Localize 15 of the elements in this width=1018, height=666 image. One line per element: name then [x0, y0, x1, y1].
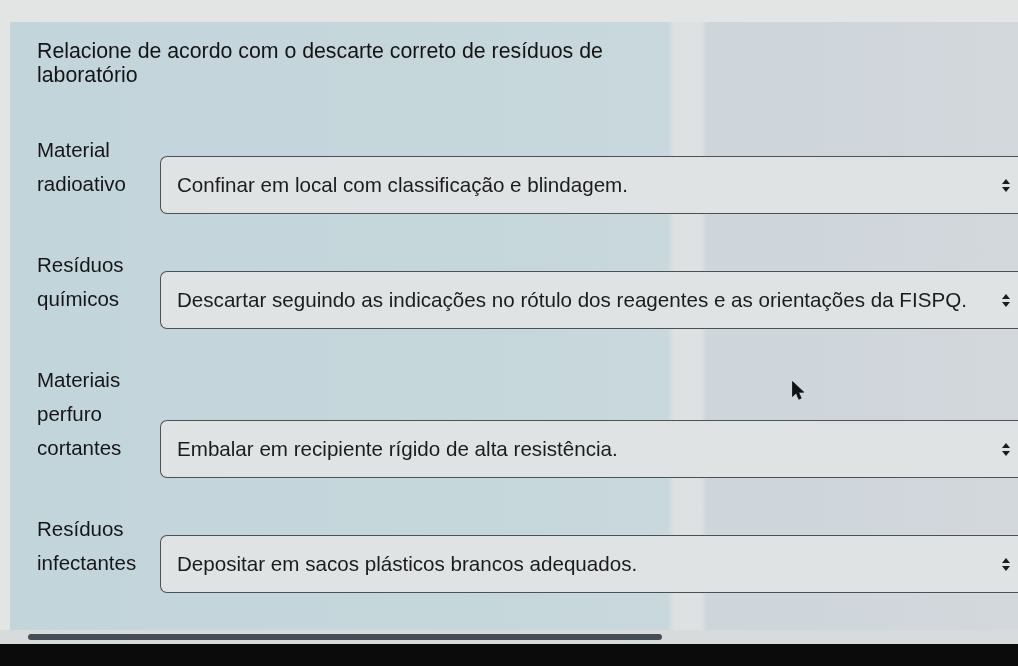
match-term: Resíduos químicos: [37, 252, 125, 312]
answer-dropdown[interactable]: Confinar em local com classificação e blindagem.: [160, 156, 1018, 214]
match-term: Resíduos infectantes: [37, 516, 138, 576]
up-down-arrows-icon: [1002, 557, 1010, 571]
up-down-arrows-icon: [1002, 178, 1010, 192]
mouse-pointer-icon: [792, 381, 805, 400]
match-term: Material radioativo: [37, 137, 127, 197]
question-text: Relacione de acordo com o descarte correto de resíduos de laboratório: [37, 39, 604, 87]
up-down-arrows-icon: [1002, 442, 1010, 456]
up-down-arrows-icon: [1002, 293, 1010, 307]
horizontal-scrollbar[interactable]: [28, 634, 662, 640]
answer-dropdown[interactable]: Embalar em recipiente rígido de alta resistência.: [160, 420, 1018, 478]
match-term: Materiais perfuro cortantes: [37, 367, 123, 461]
answer-dropdown[interactable]: Depositar em sacos plásticos brancos adequados.: [160, 535, 1018, 593]
answer-dropdown[interactable]: Descartar seguindo as indicações no rótulo dos reagentes e as orientações da FISPQ.: [160, 271, 1018, 329]
